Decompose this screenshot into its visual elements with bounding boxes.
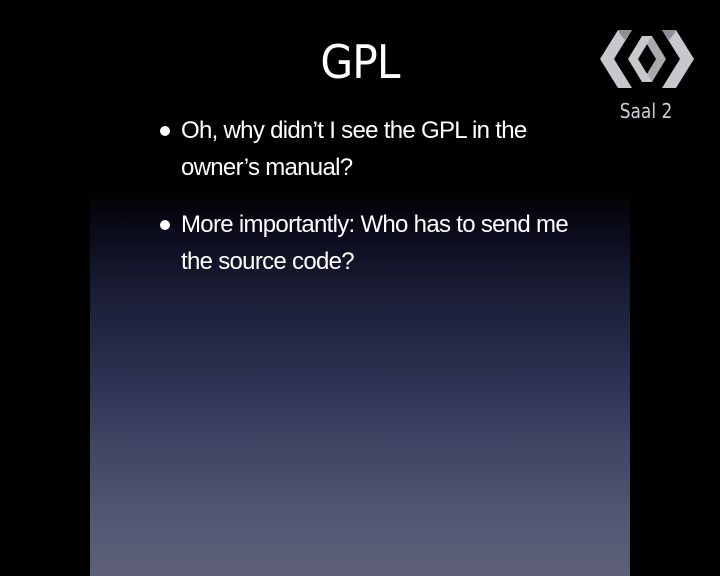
bullet-text: Oh, why didn’t I see the GPL in the owne… (181, 117, 527, 181)
room-label: Saal 2 (619, 99, 673, 123)
bullet-list: Oh, why didn’t I see the GPL in the owne… (150, 112, 600, 300)
bullet-item: More importantly: Who has to send me the… (150, 206, 600, 280)
congress-logo-icon (600, 30, 694, 88)
bullet-dot-icon (160, 220, 170, 230)
video-frame: GPL Oh, why didn’t I see the GPL in the … (0, 0, 720, 576)
bullet-item: Oh, why didn’t I see the GPL in the owne… (150, 112, 600, 186)
slide-title: GPL (320, 35, 400, 89)
bullet-text: More importantly: Who has to send me the… (181, 211, 569, 275)
bullet-dot-icon (160, 126, 170, 136)
